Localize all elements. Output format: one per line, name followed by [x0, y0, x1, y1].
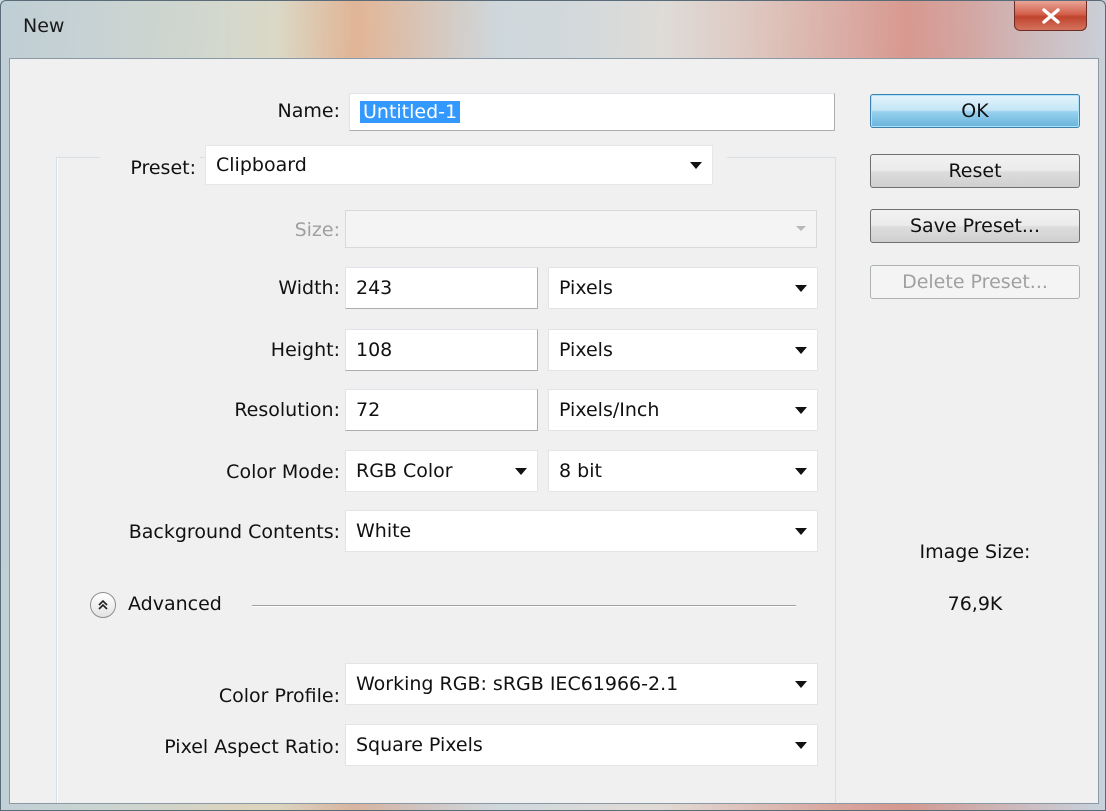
pixel-aspect-value: Square Pixels [356, 734, 483, 756]
image-size-value: 76,9K [947, 593, 1003, 615]
preset-label: Preset: [100, 157, 200, 179]
pixel-aspect-label: Pixel Aspect Ratio: [164, 736, 340, 758]
height-field[interactable]: 108 [345, 329, 538, 371]
resolution-unit: Pixels/Inch [559, 399, 660, 421]
delete-preset-button: Delete Preset... [870, 265, 1080, 299]
preset-select[interactable]: Clipboard [205, 145, 713, 185]
width-unit-select[interactable]: Pixels [548, 267, 818, 309]
bit-depth-select[interactable]: 8 bit [548, 450, 818, 492]
double-chevron-up-icon [98, 599, 108, 610]
chevron-down-icon [795, 528, 807, 535]
color-mode-value: RGB Color [356, 460, 453, 482]
background-select[interactable]: White [345, 510, 818, 552]
chevron-down-icon [796, 226, 806, 231]
height-value: 108 [356, 339, 393, 361]
height-label: Height: [270, 339, 340, 361]
advanced-label: Advanced [128, 593, 222, 615]
reset-button[interactable]: Reset [870, 154, 1080, 188]
color-profile-select[interactable]: Working RGB: sRGB IEC61966-2.1 [345, 663, 818, 705]
window-title: New [23, 15, 65, 37]
resolution-unit-select[interactable]: Pixels/Inch [548, 389, 818, 431]
background-label: Background Contents: [128, 521, 340, 543]
resolution-field[interactable]: 72 [345, 389, 538, 431]
advanced-divider [252, 605, 796, 607]
width-value: 243 [356, 277, 393, 299]
chevron-down-icon [795, 347, 807, 354]
ok-button[interactable]: OK [870, 94, 1080, 128]
name-label: Name: [277, 100, 340, 122]
chevron-down-icon [795, 681, 807, 688]
resolution-label: Resolution: [234, 399, 340, 421]
size-label: Size: [294, 219, 340, 241]
name-value: Untitled-1 [360, 101, 461, 123]
background-value: White [356, 520, 412, 542]
save-preset-button[interactable]: Save Preset... [870, 209, 1080, 243]
color-mode-label: Color Mode: [226, 461, 340, 483]
width-label: Width: [278, 277, 340, 299]
dialog-body: Name: Untitled-1 Preset: Clipboard Size:… [9, 58, 1099, 804]
color-profile-value: Working RGB: sRGB IEC61966-2.1 [356, 673, 679, 695]
color-mode-select[interactable]: RGB Color [345, 450, 538, 492]
width-field[interactable]: 243 [345, 267, 538, 309]
size-select [345, 210, 817, 248]
chevron-down-icon [515, 468, 527, 475]
advanced-toggle[interactable] [90, 592, 116, 618]
resolution-value: 72 [356, 399, 381, 421]
image-size-label: Image Size: [919, 541, 1031, 563]
title-bar[interactable]: New [1, 1, 1105, 57]
width-unit: Pixels [559, 277, 613, 299]
name-field[interactable]: Untitled-1 [349, 93, 835, 131]
preset-value: Clipboard [216, 154, 307, 176]
close-button[interactable] [1014, 1, 1087, 31]
preset-gap [713, 145, 727, 185]
close-icon [1041, 7, 1060, 24]
chevron-down-icon [690, 162, 702, 169]
new-document-dialog: New Name: Untitled-1 Preset: Clipboard S… [0, 0, 1106, 811]
bit-depth-value: 8 bit [559, 460, 602, 482]
color-profile-label: Color Profile: [218, 685, 340, 707]
chevron-down-icon [795, 742, 807, 749]
chevron-down-icon [795, 285, 807, 292]
height-unit: Pixels [559, 339, 613, 361]
chevron-down-icon [795, 468, 807, 475]
chevron-down-icon [795, 407, 807, 414]
height-unit-select[interactable]: Pixels [548, 329, 818, 371]
pixel-aspect-select[interactable]: Square Pixels [345, 724, 818, 766]
